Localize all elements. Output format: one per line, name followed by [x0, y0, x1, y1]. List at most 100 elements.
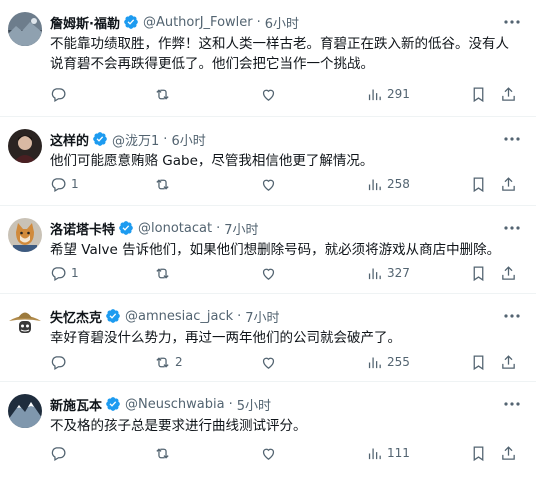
reply-button[interactable]: 1: [50, 174, 79, 194]
display-name[interactable]: 新施瓦本: [50, 395, 102, 414]
reply-count: 1: [71, 177, 79, 191]
views-count: 327: [387, 266, 410, 280]
share-icon: [502, 354, 515, 369]
views-button[interactable]: 291: [366, 84, 410, 104]
share-icon: [502, 176, 515, 191]
more-options-button[interactable]: [502, 306, 522, 326]
share-icon: [502, 86, 515, 101]
bookmark-button[interactable]: [470, 84, 487, 104]
avatar[interactable]: [8, 218, 42, 252]
action-bar: 1 327: [50, 263, 526, 283]
more-options-button[interactable]: [502, 129, 522, 149]
repost-icon: [156, 447, 169, 459]
display-name[interactable]: 洛诺塔卡特: [50, 219, 115, 238]
tweet[interactable]: 洛诺塔卡特 @lonotacat · 7小时 希望 Valve 告诉他们，如果他…: [0, 206, 536, 294]
handle[interactable]: @Neuschwabia: [125, 397, 225, 412]
repost-icon: [156, 88, 169, 100]
tweet[interactable]: 詹姆斯·福勒 @AuthorJ_Fowler · 6小时 不能靠功绩取胜，作弊！…: [0, 0, 536, 117]
more-icon: [504, 314, 520, 318]
views-button[interactable]: 258: [366, 174, 410, 194]
share-button[interactable]: [500, 352, 517, 372]
tweet-text: 不能靠功绩取胜，作弊！这和人类一样古老。育碧正在跌入新的低谷。没有人 说育碧不会…: [50, 36, 509, 72]
views-bar-chart-icon: [368, 357, 381, 368]
repost-button[interactable]: 2: [154, 352, 183, 372]
action-bar: 291: [50, 84, 526, 104]
reply-icon: [51, 355, 66, 370]
reply-button[interactable]: 1: [50, 263, 79, 283]
display-name[interactable]: 失忆杰克: [50, 307, 102, 326]
bookmark-icon: [473, 445, 484, 461]
repost-icon: [156, 178, 169, 190]
avatar[interactable]: [8, 12, 42, 46]
display-name[interactable]: 詹姆斯·福勒: [50, 13, 120, 32]
timestamp[interactable]: 5小时: [237, 395, 271, 414]
views-button[interactable]: 255: [366, 352, 410, 372]
avatar[interactable]: [8, 394, 42, 428]
bookmark-icon: [473, 265, 484, 281]
separator: ·: [216, 220, 221, 236]
more-options-button[interactable]: [502, 218, 522, 238]
like-button[interactable]: [260, 84, 281, 104]
separator: ·: [256, 14, 261, 30]
heart-icon: [262, 448, 275, 460]
separator: ·: [228, 396, 233, 412]
tweet-header: 洛诺塔卡特 @lonotacat · 7小时: [50, 218, 258, 238]
like-button[interactable]: [260, 174, 281, 194]
heart-icon: [262, 268, 275, 280]
display-name[interactable]: 这样的: [50, 130, 89, 149]
tweet-text: 不及格的孩子总是要求进行曲线测试评分。: [50, 418, 307, 434]
repost-icon: [156, 267, 169, 279]
share-icon: [502, 265, 515, 280]
timestamp[interactable]: 6小时: [171, 130, 205, 149]
timestamp[interactable]: 7小时: [245, 307, 279, 326]
bookmark-button[interactable]: [470, 174, 487, 194]
tweet[interactable]: 这样的 @泷万1 · 6小时 他们可能愿意贿赂 Gabe，尽管我相信他更了解情况…: [0, 117, 536, 206]
reply-icon: [51, 177, 66, 192]
more-options-button[interactable]: [502, 12, 522, 32]
straw-hat-avatar-icon: [8, 306, 42, 340]
like-button[interactable]: [260, 352, 281, 372]
handle[interactable]: @lonotacat: [138, 221, 212, 236]
verified-badge-icon: [106, 397, 120, 411]
tweet[interactable]: 新施瓦本 @Neuschwabia · 5小时 不及格的孩子总是要求进行曲线测试…: [0, 382, 536, 478]
share-button[interactable]: [500, 174, 517, 194]
tweet-text: 希望 Valve 告诉他们，如果他们想删除号码，就必须将游戏从商店中删除。: [50, 242, 501, 258]
more-options-button[interactable]: [502, 394, 522, 414]
heart-icon: [262, 89, 275, 101]
handle[interactable]: @泷万1: [112, 130, 159, 149]
more-icon: [504, 20, 520, 24]
bookmark-icon: [473, 86, 484, 102]
timestamp[interactable]: 7小时: [224, 219, 258, 238]
handle[interactable]: @amnesiac_jack: [125, 309, 233, 324]
share-button[interactable]: [500, 263, 517, 283]
avatar[interactable]: [8, 306, 42, 340]
views-bar-chart-icon: [368, 179, 381, 190]
reply-button[interactable]: [50, 84, 71, 104]
share-button[interactable]: [500, 84, 517, 104]
avatar[interactable]: [8, 129, 42, 163]
more-icon: [504, 402, 520, 406]
views-button[interactable]: 111: [366, 443, 410, 463]
landscape-avatar-icon: [8, 12, 42, 46]
repost-button[interactable]: [154, 443, 175, 463]
like-button[interactable]: [260, 263, 281, 283]
views-button[interactable]: 327: [366, 263, 410, 283]
like-button[interactable]: [260, 443, 281, 463]
bookmark-button[interactable]: [470, 443, 487, 463]
tweet-header: 詹姆斯·福勒 @AuthorJ_Fowler · 6小时: [50, 12, 299, 32]
bookmark-button[interactable]: [470, 352, 487, 372]
bookmark-button[interactable]: [470, 263, 487, 283]
repost-button[interactable]: [154, 263, 175, 283]
tweet[interactable]: 失忆杰克 @amnesiac_jack · 7小时 幸好育碧没什么势力，再过一两…: [0, 294, 536, 382]
reply-button[interactable]: [50, 443, 71, 463]
tweet-header: 失忆杰克 @amnesiac_jack · 7小时: [50, 306, 280, 326]
reply-count: 1: [71, 266, 79, 280]
reply-button[interactable]: [50, 352, 71, 372]
reply-feed: 詹姆斯·福勒 @AuthorJ_Fowler · 6小时 不能靠功绩取胜，作弊！…: [0, 0, 536, 478]
share-button[interactable]: [500, 443, 517, 463]
views-bar-chart-icon: [368, 268, 381, 279]
handle[interactable]: @AuthorJ_Fowler: [143, 15, 253, 30]
repost-button[interactable]: [154, 84, 175, 104]
repost-button[interactable]: [154, 174, 175, 194]
timestamp[interactable]: 6小时: [265, 13, 299, 32]
